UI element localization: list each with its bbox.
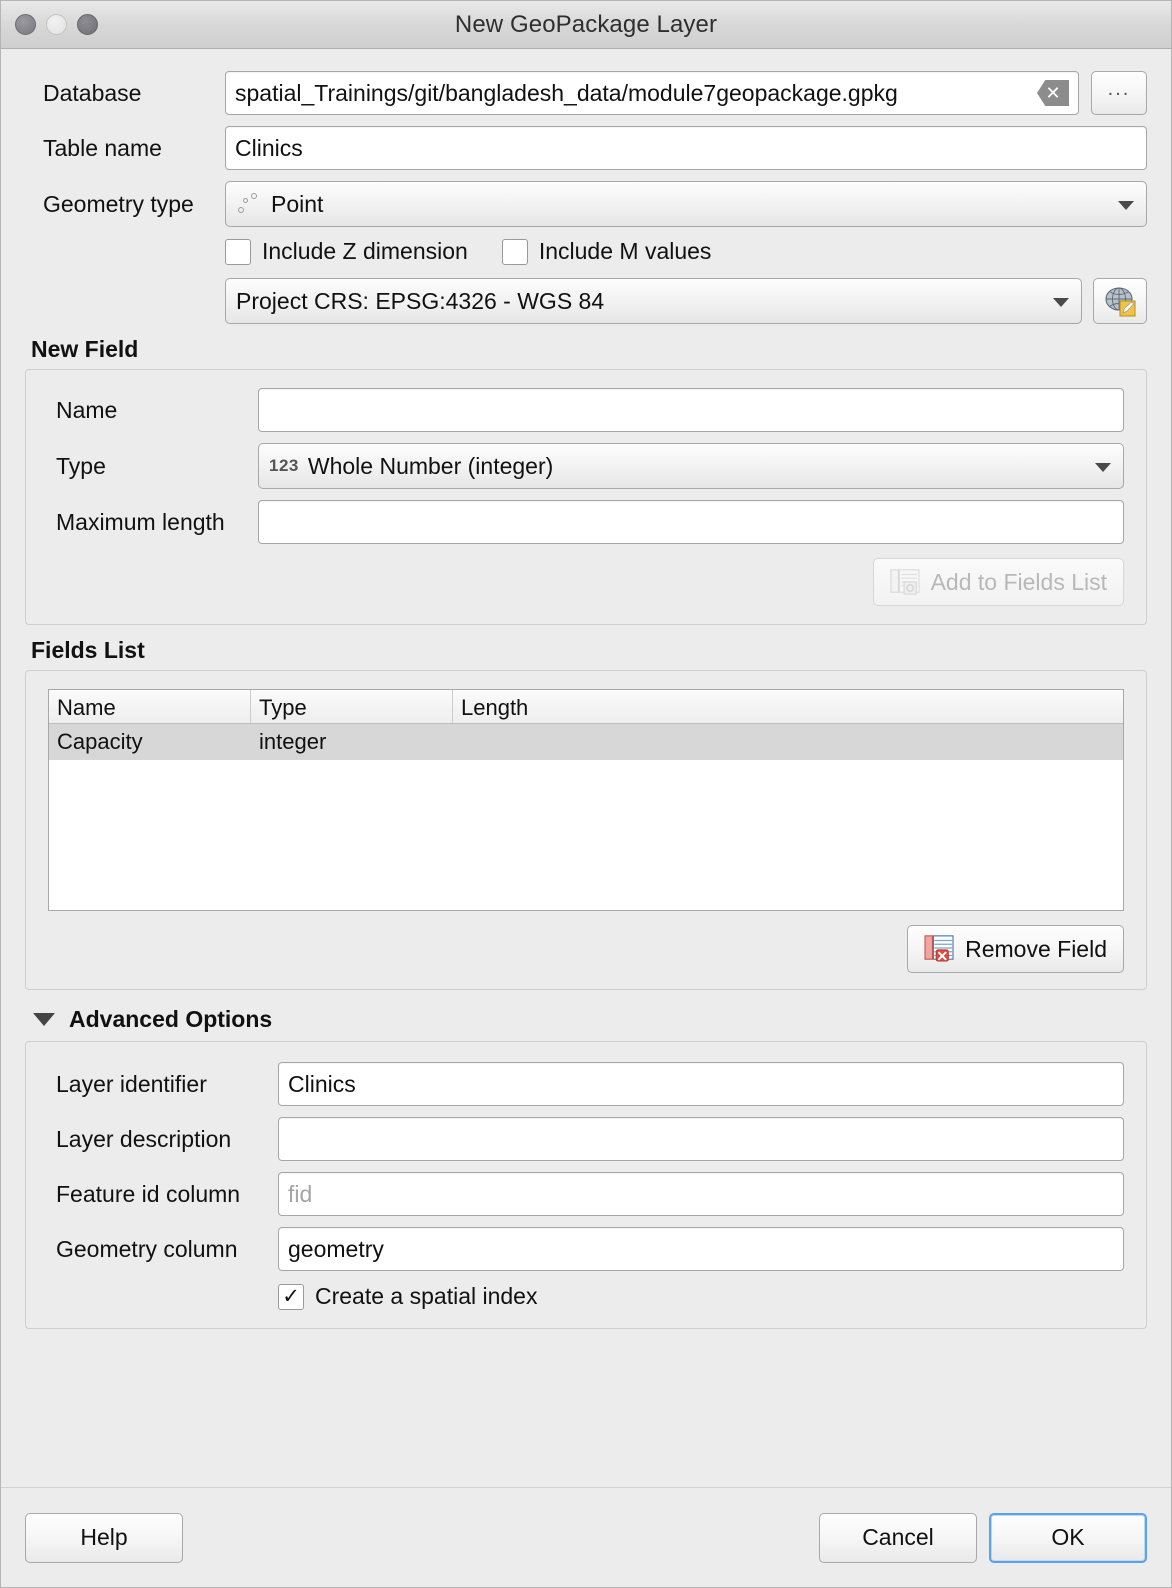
include-z-label: Include Z dimension	[262, 238, 468, 264]
fields-list-title: Fields List	[31, 637, 145, 663]
window-title: New GeoPackage Layer	[454, 10, 718, 38]
browse-database-button[interactable]: ...	[1091, 71, 1147, 115]
geometry-type-value: Point	[271, 190, 324, 217]
remove-field-row: Remove Field	[48, 925, 1124, 973]
feature-id-column-row: Feature id column fid	[48, 1172, 1124, 1216]
crs-value: Project CRS: EPSG:4326 - WGS 84	[236, 287, 605, 314]
fields-table-header: Name Type Length	[49, 690, 1123, 724]
crs-globe-icon	[1103, 284, 1137, 318]
add-to-fields-list-button[interactable]: Add to Fields List	[872, 558, 1124, 606]
chevron-down-icon	[33, 1013, 55, 1026]
new-field-title: New Field	[31, 336, 139, 362]
field-name-row: Name	[48, 388, 1124, 432]
select-crs-button[interactable]	[1093, 278, 1147, 324]
crs-row: Project CRS: EPSG:4326 - WGS 84	[25, 278, 1147, 324]
add-to-fields-list-label: Add to Fields List	[930, 568, 1107, 595]
field-type-row: Type 123 Whole Number (integer)	[48, 443, 1124, 489]
include-m-label: Include M values	[538, 238, 712, 264]
advanced-options-title: Advanced Options	[69, 1006, 273, 1032]
field-type-value: Whole Number (integer)	[307, 452, 554, 479]
layer-identifier-input[interactable]: Clinics	[278, 1062, 1124, 1106]
crs-select[interactable]: Project CRS: EPSG:4326 - WGS 84	[225, 278, 1082, 324]
help-button[interactable]: Help	[25, 1512, 183, 1563]
chevron-down-icon	[1118, 201, 1134, 210]
geometry-column-label: Geometry column	[56, 1235, 238, 1262]
database-input[interactable]: spatial_Trainings/git/bangladesh_data/mo…	[225, 71, 1079, 115]
max-length-label: Maximum length	[56, 508, 225, 535]
fields-table[interactable]: Name Type Length Capacity integer	[48, 689, 1124, 911]
advanced-options-group: Layer identifier Clinics Layer descripti…	[25, 1041, 1147, 1329]
dialog-content: Database spatial_Trainings/git/banglades…	[1, 49, 1171, 1487]
field-name-label: Name	[56, 396, 118, 423]
table-row[interactable]: Capacity integer	[49, 724, 1123, 760]
spatial-index-row: ✓ Create a spatial index	[48, 1283, 1124, 1310]
create-spatial-index-checkbox[interactable]: ✓ Create a spatial index	[278, 1283, 537, 1310]
spatial-index-box: ✓	[278, 1283, 304, 1310]
dialog-footer: Help Cancel OK	[1, 1487, 1171, 1587]
database-row: Database spatial_Trainings/git/banglades…	[25, 71, 1147, 115]
column-header-length[interactable]: Length	[453, 690, 1123, 723]
field-row-type: integer	[259, 729, 327, 754]
column-header-type[interactable]: Type	[251, 690, 453, 723]
max-length-input[interactable]	[258, 500, 1124, 544]
table-name-row: Table name Clinics	[25, 126, 1147, 170]
field-row-length	[453, 724, 1123, 760]
new-geopackage-layer-dialog: New GeoPackage Layer Database spatial_Tr…	[0, 0, 1172, 1588]
field-type-label: Type	[56, 452, 106, 479]
point-geometry-icon	[236, 191, 262, 217]
field-row-name: Capacity	[57, 729, 143, 754]
include-m-box	[501, 238, 528, 265]
geometry-column-input[interactable]: geometry	[278, 1227, 1124, 1271]
geometry-type-row: Geometry type Point	[25, 181, 1147, 227]
remove-field-label: Remove Field	[965, 935, 1107, 962]
geometry-column-value: geometry	[288, 1235, 384, 1262]
table-name-value: Clinics	[235, 134, 303, 161]
table-name-label: Table name	[43, 134, 162, 161]
cancel-button[interactable]: Cancel	[819, 1512, 977, 1563]
remove-field-button[interactable]: Remove Field	[907, 925, 1124, 973]
dimension-options-row: Include Z dimension Include M values	[25, 238, 1147, 265]
feature-id-column-label: Feature id column	[56, 1180, 241, 1207]
layer-description-input[interactable]	[278, 1117, 1124, 1161]
layer-description-row: Layer description	[48, 1117, 1124, 1161]
layer-description-label: Layer description	[56, 1125, 232, 1152]
feature-id-column-input[interactable]: fid	[278, 1172, 1124, 1216]
geometry-type-select[interactable]: Point	[225, 181, 1147, 227]
remove-field-icon	[924, 934, 956, 964]
add-field-icon	[890, 567, 922, 597]
geometry-column-row: Geometry column geometry	[48, 1227, 1124, 1271]
include-m-checkbox[interactable]: Include M values	[501, 238, 712, 265]
ok-button[interactable]: OK	[989, 1512, 1147, 1563]
title-bar: New GeoPackage Layer	[1, 1, 1171, 49]
fields-list-group: Name Type Length Capacity integer Remove…	[25, 670, 1147, 990]
new-field-group: Name Type 123 Whole Number (integer) Max…	[25, 369, 1147, 625]
include-z-checkbox[interactable]: Include Z dimension	[225, 238, 468, 265]
field-type-select[interactable]: 123 Whole Number (integer)	[258, 443, 1124, 489]
advanced-options-toggle[interactable]: Advanced Options	[33, 1006, 1147, 1033]
include-z-box	[225, 238, 251, 265]
column-header-name[interactable]: Name	[49, 690, 251, 723]
max-length-row: Maximum length	[48, 500, 1124, 544]
table-name-input[interactable]: Clinics	[225, 126, 1147, 170]
create-spatial-index-label: Create a spatial index	[315, 1283, 538, 1309]
chevron-down-icon	[1053, 298, 1069, 307]
geometry-type-label: Geometry type	[43, 190, 194, 217]
add-field-row: Add to Fields List	[48, 558, 1124, 606]
field-name-input[interactable]	[258, 388, 1124, 432]
layer-identifier-row: Layer identifier Clinics	[48, 1062, 1124, 1106]
layer-identifier-label: Layer identifier	[56, 1070, 207, 1097]
feature-id-column-placeholder: fid	[288, 1180, 313, 1207]
layer-identifier-value: Clinics	[288, 1070, 356, 1097]
database-value: spatial_Trainings/git/bangladesh_data/mo…	[235, 79, 898, 106]
integer-type-icon: 123	[269, 456, 299, 475]
clear-icon[interactable]: ✕	[1037, 80, 1069, 106]
database-label: Database	[43, 79, 142, 106]
chevron-down-icon	[1095, 463, 1111, 472]
